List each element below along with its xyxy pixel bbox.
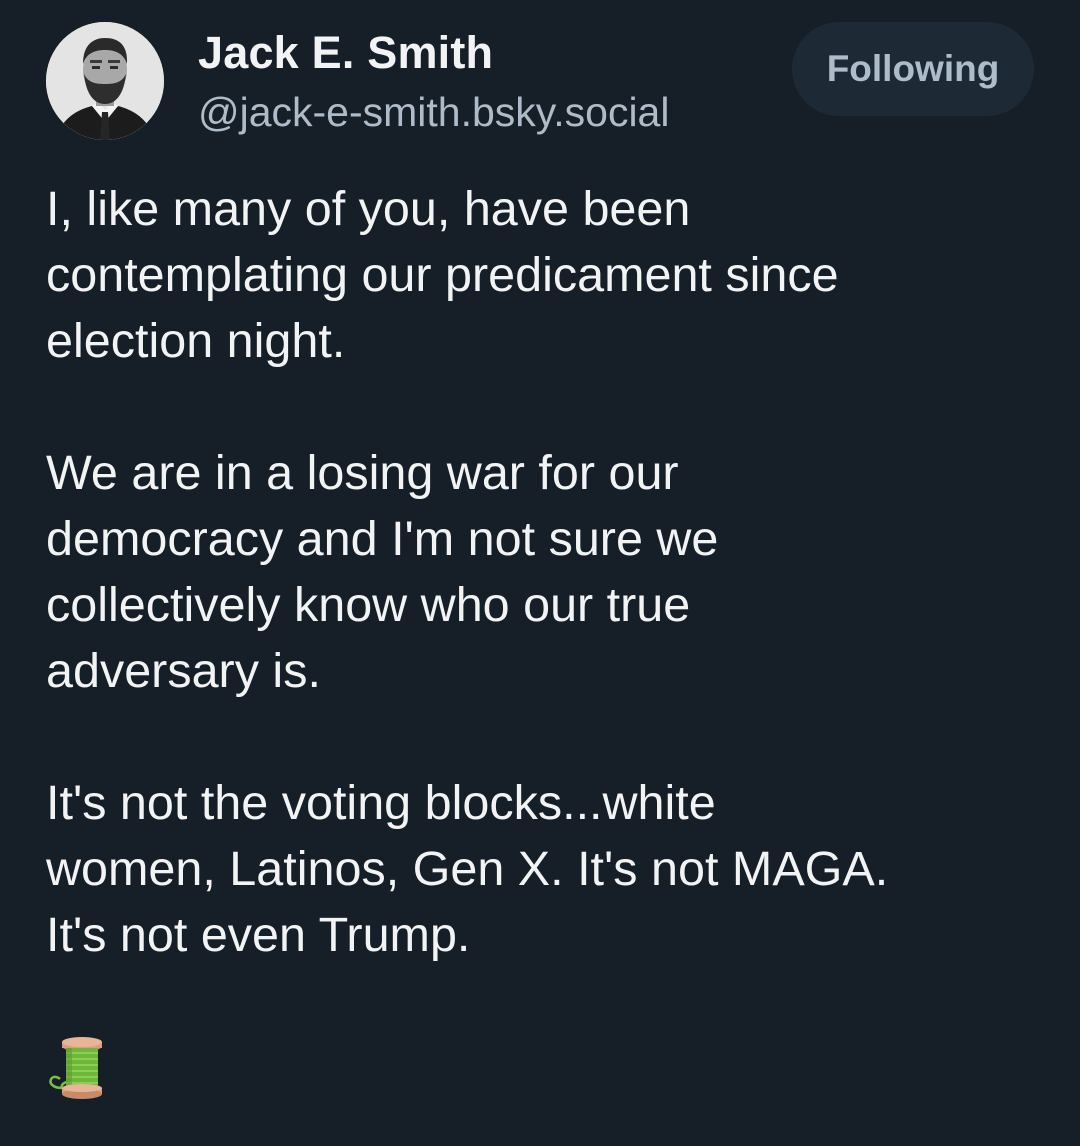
- post-paragraph: We are in a losing war for our democracy…: [46, 446, 719, 698]
- spool-of-thread-icon: [44, 1036, 108, 1100]
- post-paragraph: It's not the voting blocks...white women…: [46, 776, 889, 962]
- post-paragraph: I, like many of you, have been contempla…: [46, 182, 839, 368]
- author-display-name[interactable]: Jack E. Smith: [198, 26, 493, 80]
- post-text: I, like many of you, have been contempla…: [46, 176, 1046, 968]
- following-button[interactable]: Following: [792, 22, 1034, 116]
- author-handle[interactable]: @jack-e-smith.bsky.social: [198, 86, 669, 138]
- avatar[interactable]: [46, 22, 164, 140]
- post-card: Jack E. Smith @jack-e-smith.bsky.social …: [0, 0, 1080, 1146]
